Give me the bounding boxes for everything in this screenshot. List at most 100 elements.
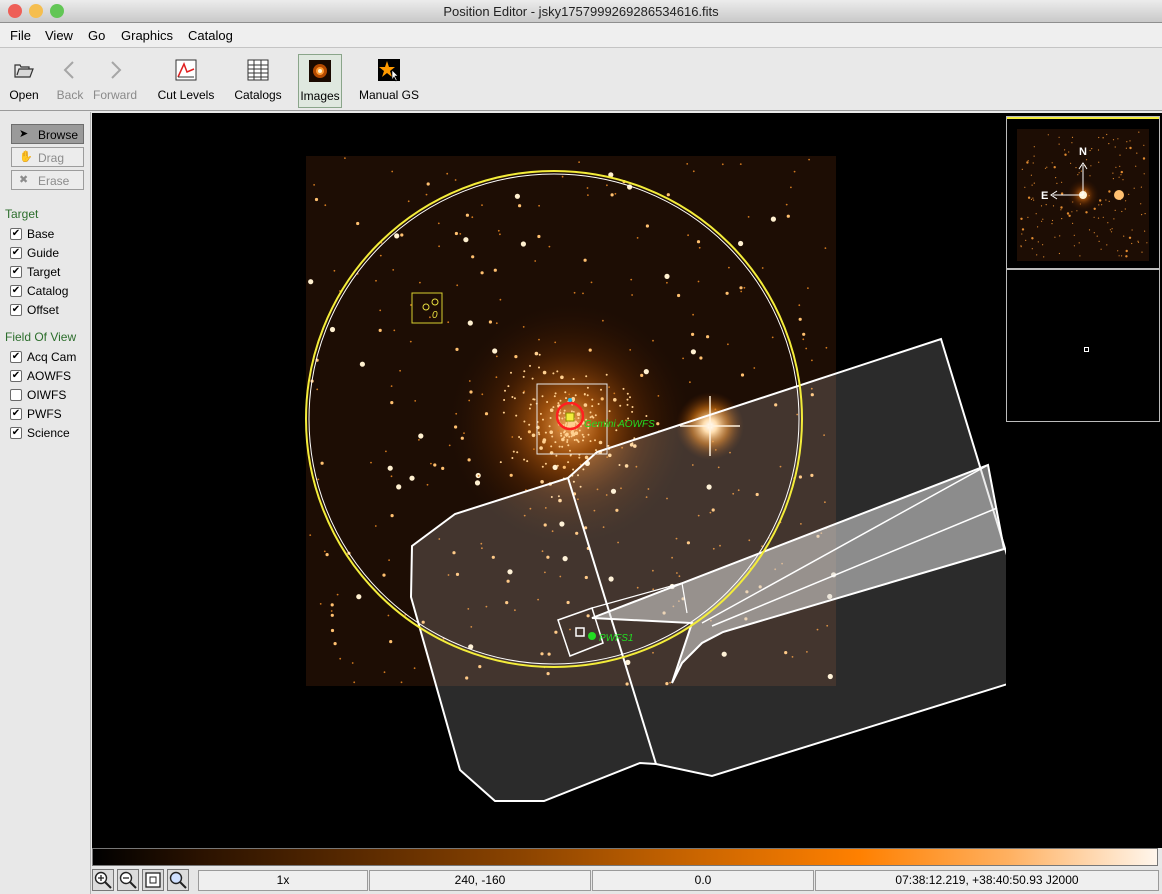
cluster-star: [586, 386, 589, 389]
forward-button[interactable]: Forward: [90, 54, 140, 108]
sky-image-display[interactable]: 0 Gemini AOWFS PWFS1: [92, 113, 1006, 848]
zoom-fit-button[interactable]: [142, 869, 164, 891]
back-button[interactable]: Back: [52, 54, 88, 108]
cluster-star: [531, 377, 534, 380]
drag-mode-button[interactable]: ✋ Drag: [11, 147, 84, 167]
zoom-in-icon: [94, 871, 112, 889]
checkbox-target-box[interactable]: ✔: [10, 266, 22, 278]
panner-star: [1108, 190, 1111, 193]
image-panner[interactable]: N E: [1006, 116, 1160, 269]
base-position-marker[interactable]: [565, 412, 575, 422]
star: [465, 213, 469, 217]
panner-star: [1109, 229, 1111, 231]
star: [456, 284, 459, 287]
checkbox-guide-box[interactable]: ✔: [10, 247, 22, 259]
panner-star: [1112, 172, 1114, 174]
checkbox-acq-cam-label: Acq Cam: [27, 350, 77, 364]
panner-star: [1091, 148, 1093, 150]
checkbox-aowfs-box[interactable]: ✔: [10, 370, 22, 382]
panner-star: [1027, 216, 1029, 218]
panner-star: [1027, 196, 1031, 199]
zoom-out-button[interactable]: [117, 869, 139, 891]
browse-mode-button[interactable]: ➤ Browse: [11, 124, 84, 144]
checkbox-science-box[interactable]: ✔: [10, 427, 22, 439]
star: [378, 328, 382, 332]
cluster-star: [512, 450, 515, 453]
checkbox-base-box[interactable]: ✔: [10, 228, 22, 240]
star: [805, 347, 808, 350]
manual-gs-button[interactable]: Manual GS: [354, 54, 424, 108]
star: [390, 514, 394, 518]
panner-star: [1033, 146, 1035, 148]
panner-star: [1051, 223, 1053, 225]
panner-star: [1032, 197, 1034, 199]
cluster-star: [572, 378, 575, 380]
panner-star: [1031, 237, 1034, 240]
catalogs-button[interactable]: Catalogs: [230, 54, 286, 108]
star: [429, 316, 431, 319]
panner-star: [1076, 210, 1078, 212]
cluster-star: [538, 433, 541, 436]
panner-star: [1093, 232, 1095, 234]
star: [497, 229, 500, 232]
open-button-label: Open: [9, 88, 39, 102]
star: [333, 642, 337, 646]
star: [454, 425, 458, 429]
star: [608, 386, 610, 388]
cluster-star: [542, 370, 547, 375]
checkbox-science-label: Science: [27, 426, 70, 440]
panner-star: [1033, 155, 1035, 157]
star: [448, 444, 451, 447]
cluster-star: [566, 441, 569, 443]
star: [454, 179, 457, 181]
star: [446, 172, 449, 175]
cluster-star: [532, 398, 535, 401]
star: [359, 361, 365, 367]
checkbox-pwfs-box[interactable]: ✔: [10, 408, 22, 420]
panner-star: [1025, 239, 1027, 241]
cluster-star: [574, 394, 577, 397]
checkbox-offset-box[interactable]: ✔: [10, 304, 22, 316]
cluster-star: [544, 431, 547, 434]
star: [802, 338, 805, 341]
star: [323, 550, 326, 553]
panner-view-indicator: [1007, 117, 1159, 119]
menu-view[interactable]: View: [45, 28, 73, 43]
panner-star: [1036, 254, 1038, 256]
checkbox-catalog-box[interactable]: ✔: [10, 285, 22, 297]
checkbox-oiwfs-box[interactable]: [10, 389, 22, 401]
star: [573, 291, 576, 294]
zoom-magnify-button[interactable]: [167, 869, 189, 891]
star: [339, 657, 342, 660]
back-button-label: Back: [56, 88, 84, 102]
image-canvas[interactable]: 0 Gemini AOWFS PWFS1: [92, 113, 1006, 848]
images-button[interactable]: Images: [298, 54, 342, 108]
panner-star: [1099, 199, 1102, 202]
menu-file[interactable]: File: [10, 28, 31, 43]
erase-mode-button[interactable]: ✖ Erase: [11, 170, 84, 190]
panner-star: [1021, 228, 1025, 231]
colormap-bar[interactable]: [92, 848, 1158, 866]
open-button[interactable]: Open: [4, 54, 44, 108]
menu-catalog[interactable]: Catalog: [188, 28, 233, 43]
checkbox-acq-cam-box[interactable]: ✔: [10, 351, 22, 363]
cluster-star: [522, 391, 525, 394]
panner-star: [1021, 233, 1023, 235]
panner-star: [1120, 174, 1122, 176]
cut-levels-button[interactable]: Cut Levels: [154, 54, 218, 108]
panner-star: [1080, 170, 1082, 172]
panner-star: [1077, 174, 1079, 176]
cluster-star: [591, 405, 594, 408]
cluster-star: [565, 434, 568, 437]
zoom-in-button[interactable]: [92, 869, 114, 891]
panner-star: [1118, 255, 1120, 257]
menu-go[interactable]: Go: [88, 28, 105, 43]
cluster-star: [613, 398, 617, 402]
erase-mode-label: Erase: [38, 174, 70, 188]
menu-graphics[interactable]: Graphics: [121, 28, 173, 43]
pwfs-guide-star[interactable]: [588, 632, 596, 640]
star: [652, 339, 654, 342]
star: [477, 474, 480, 477]
panner-star: [1073, 234, 1075, 236]
star: [725, 291, 729, 295]
